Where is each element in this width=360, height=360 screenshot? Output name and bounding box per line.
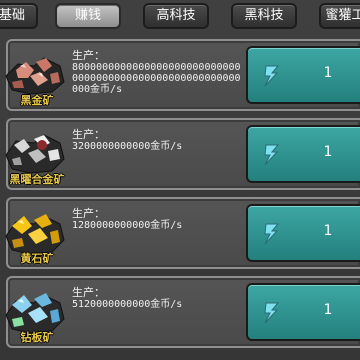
production-info: 生产： 5120000000000金币/s xyxy=(72,287,242,310)
lightning-icon xyxy=(264,65,280,87)
production-value: 1280000000000金币/s xyxy=(72,220,183,231)
production-info: 生产： 800000000000000000000000000000000000… xyxy=(72,50,242,95)
ore-row: 黑曜合金矿 生产： 3200000000000金币/s 1 xyxy=(0,115,360,193)
production-label: 生产： xyxy=(72,207,105,220)
production-label: 生产： xyxy=(72,128,105,141)
tab-honey-badger[interactable]: 蜜獾工 xyxy=(319,3,360,29)
upgrade-count: 1 xyxy=(323,302,333,318)
ore-name: 黑曜合金矿 xyxy=(9,173,65,186)
lightning-icon xyxy=(264,223,280,245)
production-value: 3200000000000金币/s xyxy=(72,141,183,152)
upgrade-button[interactable]: 1 xyxy=(246,204,360,262)
ore-row: 钻板矿 生产： 5120000000000金币/s 1 xyxy=(0,273,360,351)
production-value: 8000000000000000000000000000000000000000… xyxy=(72,62,241,95)
production-label: 生产： xyxy=(72,49,105,62)
tab-high-tech[interactable]: 高科技 xyxy=(143,3,209,29)
tab-black-tech[interactable]: 黑科技 xyxy=(231,3,297,29)
production-label: 生产： xyxy=(72,286,105,299)
production-value: 5120000000000金币/s xyxy=(72,299,183,310)
ore-name: 黑金矿 xyxy=(20,94,54,107)
lightning-icon xyxy=(264,144,280,166)
upgrade-count: 1 xyxy=(323,223,333,239)
tab-basic[interactable]: 基础 xyxy=(0,3,38,29)
upgrade-button[interactable]: 1 xyxy=(246,125,360,183)
ore-name: 钻板矿 xyxy=(20,331,54,344)
upgrade-count: 1 xyxy=(323,65,333,81)
upgrade-button[interactable]: 1 xyxy=(246,283,360,341)
ore-row: 黄石矿 生产： 1280000000000金币/s 1 xyxy=(0,194,360,272)
upgrade-button[interactable]: 1 xyxy=(246,46,360,104)
tab-earn-money[interactable]: 赚钱 xyxy=(55,3,121,29)
production-info: 生产： 1280000000000金币/s xyxy=(72,208,242,231)
ore-row: 黑金矿 生产： 80000000000000000000000000000000… xyxy=(0,36,360,114)
lightning-icon xyxy=(264,302,280,324)
tab-bar: 基础 赚钱 高科技 黑科技 蜜獾工 xyxy=(0,0,360,34)
ore-name: 黄石矿 xyxy=(20,252,54,265)
production-info: 生产： 3200000000000金币/s xyxy=(72,129,242,152)
game-screen: 基础 赚钱 高科技 黑科技 蜜獾工 黑金矿 生产： 80000000000000… xyxy=(0,0,360,360)
upgrade-count: 1 xyxy=(323,144,333,160)
